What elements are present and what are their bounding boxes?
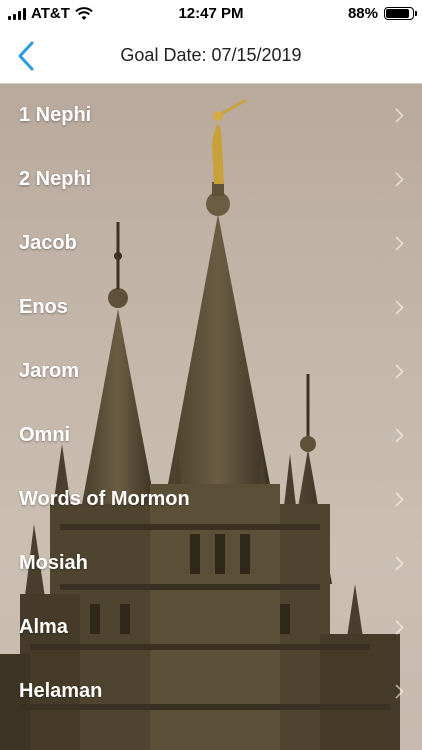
chevron-right-icon bbox=[395, 108, 404, 123]
chevron-right-icon bbox=[395, 364, 404, 379]
book-label: 1 Nephi bbox=[19, 104, 92, 126]
list-item[interactable]: Omni bbox=[0, 404, 422, 468]
chevron-right-icon bbox=[395, 172, 404, 187]
chevron-right-icon bbox=[395, 684, 404, 699]
book-label: Omni bbox=[19, 424, 71, 446]
book-list: 1 Nephi 2 Nephi Jacob Enos Jarom Omni Wo… bbox=[0, 84, 422, 724]
book-label: Jarom bbox=[19, 360, 80, 382]
chevron-right-icon bbox=[395, 300, 404, 315]
chevron-right-icon bbox=[395, 492, 404, 507]
book-label: Mosiah bbox=[19, 552, 88, 574]
book-label: 2 Nephi bbox=[19, 168, 92, 190]
list-item[interactable]: 2 Nephi bbox=[0, 148, 422, 212]
list-item[interactable]: Words of Mormon bbox=[0, 468, 422, 532]
chevron-right-icon bbox=[395, 620, 404, 635]
book-label: Alma bbox=[19, 616, 68, 638]
chevron-right-icon bbox=[395, 236, 404, 251]
list-item[interactable]: Enos bbox=[0, 276, 422, 340]
list-item[interactable]: Alma bbox=[0, 596, 422, 660]
chevron-right-icon bbox=[395, 428, 404, 443]
status-bar: AT&T 12:47 PM 88% bbox=[0, 0, 422, 28]
list-item[interactable]: Helaman bbox=[0, 660, 422, 724]
book-label: Jacob bbox=[19, 232, 77, 254]
page-title: Goal Date: 07/15/2019 bbox=[120, 45, 302, 65]
book-label: Enos bbox=[19, 296, 68, 318]
battery-icon bbox=[384, 7, 417, 20]
battery-percentage: 88% bbox=[347, 5, 378, 22]
status-right: 88% bbox=[347, 5, 417, 22]
list-item[interactable]: Mosiah bbox=[0, 532, 422, 596]
list-item[interactable]: Jacob bbox=[0, 212, 422, 276]
list-item[interactable]: 1 Nephi bbox=[0, 84, 422, 148]
chevron-right-icon bbox=[395, 556, 404, 571]
book-label: Words of Mormon bbox=[19, 488, 190, 510]
list-item[interactable]: Jarom bbox=[0, 340, 422, 404]
book-list-container: 1 Nephi 2 Nephi Jacob Enos Jarom Omni Wo… bbox=[0, 84, 422, 750]
navigation-bar: Goal Date: 07/15/2019 bbox=[0, 28, 422, 84]
battery-level-fill bbox=[386, 9, 409, 18]
book-label: Helaman bbox=[19, 680, 103, 702]
